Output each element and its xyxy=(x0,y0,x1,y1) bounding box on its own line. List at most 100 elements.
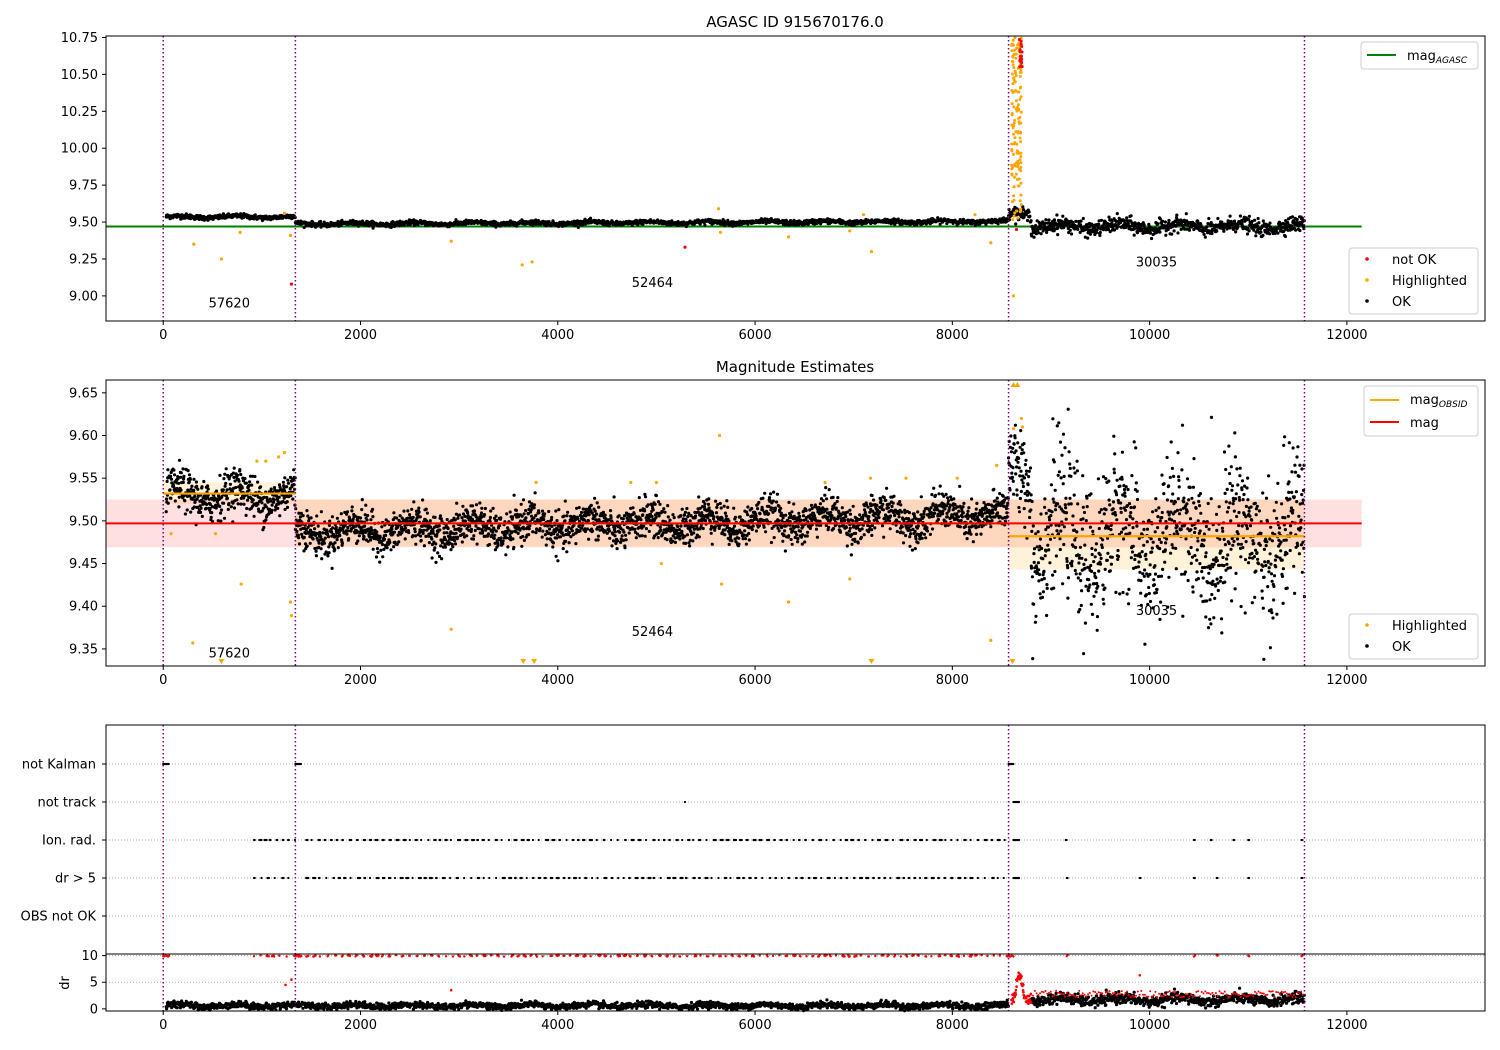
legend-mag-lines: magOBSID mag xyxy=(1363,385,1479,437)
legend-label: Highlighted xyxy=(1392,619,1467,634)
y-tick-label: 10.00 xyxy=(61,142,98,157)
highlighted-point xyxy=(989,638,993,642)
highlighted-point xyxy=(654,480,659,485)
highlighted-point xyxy=(239,582,243,586)
y-tick-label: 9.55 xyxy=(69,472,98,487)
y-axis-label: dr xyxy=(58,976,73,990)
highlighted-point xyxy=(1020,425,1024,429)
not-ok-point xyxy=(683,245,687,249)
x-tick-label: 8000 xyxy=(936,673,969,688)
legend-subscript: AGASC xyxy=(1435,56,1468,66)
highlighted-point xyxy=(869,249,874,254)
highlighted-point xyxy=(718,230,723,234)
highlighted-point xyxy=(848,577,852,581)
highlighted-point xyxy=(868,476,873,480)
highlighted-point xyxy=(848,229,852,233)
obs-label: 57620 xyxy=(209,646,250,661)
obs-label: 52464 xyxy=(632,276,673,291)
highlighted-point xyxy=(238,230,242,234)
x-tick-label: 2000 xyxy=(344,328,377,343)
figure: AGASC ID 915670176.0 57620 52464 30035 9… xyxy=(0,0,1500,1050)
dr-red-point xyxy=(1014,991,1017,995)
flag-label: OBS not OK xyxy=(21,910,97,925)
highlighted-point xyxy=(861,213,866,217)
x-tick-label: 0 xyxy=(159,328,167,343)
highlighted-point xyxy=(717,433,722,438)
flag-label: dr > 5 xyxy=(55,872,96,887)
highlighted-point xyxy=(289,614,294,618)
highlighted-point xyxy=(786,235,791,239)
highlighted-point xyxy=(719,582,724,586)
panel-title: Magnitude Estimates xyxy=(716,358,874,376)
x-tick-label: 4000 xyxy=(541,673,574,688)
flag-label: not Kalman xyxy=(22,758,96,773)
y-tick-label: 10.25 xyxy=(61,105,98,120)
not-ok-point xyxy=(1014,227,1019,232)
obs-label: 57620 xyxy=(209,297,250,312)
highlighted-point xyxy=(520,263,524,267)
highlighted-point xyxy=(534,480,538,485)
highlighted-point xyxy=(255,459,259,463)
legend-swatch-highlighted xyxy=(1365,278,1369,282)
highlighted-point xyxy=(449,627,453,631)
highlighted-point xyxy=(1019,416,1023,421)
highlighted-point xyxy=(823,480,827,485)
highlighted-point xyxy=(530,260,534,264)
highlighted-point xyxy=(989,241,993,245)
highlighted-point xyxy=(1011,427,1016,431)
highlighted-point xyxy=(995,463,999,467)
dr-red-point xyxy=(1022,983,1025,987)
legend-label: Highlighted xyxy=(1392,274,1467,289)
x-tick-label: 12000 xyxy=(1326,673,1367,688)
legend-swatch-not-ok xyxy=(1365,257,1369,261)
highlighted-point xyxy=(1011,294,1016,298)
y-tick-label: 9.65 xyxy=(69,386,98,401)
legend-label: OK xyxy=(1392,640,1411,655)
dr-red-point xyxy=(449,988,453,992)
highlighted-point xyxy=(192,242,196,246)
x-tick-label: 12000 xyxy=(1326,1018,1367,1033)
y-tick-label: 9.60 xyxy=(69,429,98,444)
highlighted-point xyxy=(213,532,218,536)
highlighted-point xyxy=(169,532,173,536)
legend-subscript: OBSID xyxy=(1439,400,1468,410)
x-tick-label: 12000 xyxy=(1326,328,1367,343)
legend-status: not OK Highlighted OK xyxy=(1348,247,1479,315)
y-tick-label: 9.25 xyxy=(69,252,98,267)
y-tick-label: 9.40 xyxy=(69,600,98,615)
highlighted-point xyxy=(449,239,453,243)
highlighted-point xyxy=(282,450,287,455)
x-tick-label: 4000 xyxy=(541,328,574,343)
x-tick-label: 10000 xyxy=(1129,1018,1170,1033)
y-tick-label: 10.75 xyxy=(61,31,98,46)
x-tick-label: 6000 xyxy=(739,328,772,343)
flag-label: not track xyxy=(37,796,96,811)
obs-label: 30035 xyxy=(1136,604,1177,619)
legend-label: OK xyxy=(1392,295,1411,310)
y-tick-label: 10 xyxy=(81,949,98,964)
legend-swatch-ok xyxy=(1365,644,1369,648)
legend-label: mag xyxy=(1410,416,1439,431)
highlighted-point xyxy=(219,257,224,261)
highlighted-point xyxy=(629,480,633,485)
y-tick-label: 9.75 xyxy=(69,179,98,194)
dr-red-point xyxy=(290,978,293,981)
x-tick-label: 8000 xyxy=(936,328,969,343)
legend-swatch-highlighted xyxy=(1365,623,1369,627)
legend-swatch-ok xyxy=(1365,299,1369,303)
legend-status: Highlighted OK xyxy=(1348,613,1479,660)
legend-text: mag xyxy=(1410,393,1439,408)
obs-label: 30035 xyxy=(1136,255,1177,270)
x-tick-label: 4000 xyxy=(541,1018,574,1033)
highlighted-point xyxy=(659,561,663,566)
y-tick-label: 9.45 xyxy=(69,557,98,572)
x-tick-label: 8000 xyxy=(936,1018,969,1033)
x-tick-label: 10000 xyxy=(1129,328,1170,343)
x-tick-label: 2000 xyxy=(344,1018,377,1033)
highlighted-point xyxy=(288,600,293,604)
dr-red-point xyxy=(1018,975,1021,979)
highlighted-point xyxy=(277,455,281,459)
legend-mag-agasc: magAGASC xyxy=(1360,41,1479,70)
y-tick-label: 0 xyxy=(90,1002,98,1017)
y-tick-label: 9.50 xyxy=(69,514,98,529)
